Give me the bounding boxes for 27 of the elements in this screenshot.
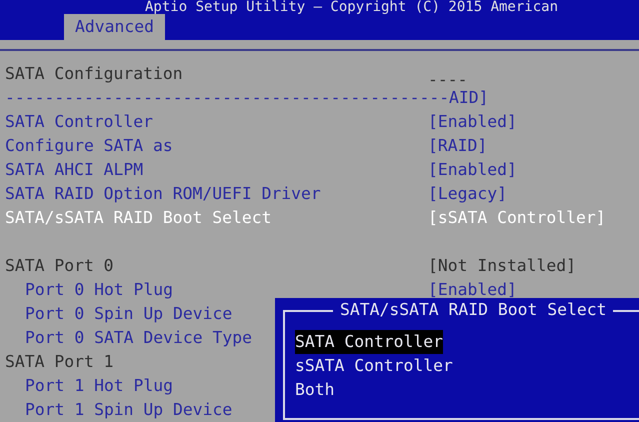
- setting-label[interactable]: SATA/sSATA RAID Boot Select: [5, 208, 272, 227]
- setting-label[interactable]: SATA Controller: [5, 112, 154, 131]
- section-label: SATA Port 0: [5, 256, 114, 275]
- setting-label[interactable]: Port 1 Spin Up Device: [25, 400, 232, 419]
- setting-value: [sSATA Controller]: [428, 207, 606, 229]
- page-title: SATA Configuration: [5, 64, 183, 83]
- window-title: Aptio Setup Utility – Copyright (C) 2015 American: [145, 0, 560, 14]
- setting-label[interactable]: Port 0 Hot Plug: [25, 280, 174, 299]
- setting-label[interactable]: SATA RAID Option ROM/UEFI Driver: [5, 184, 321, 203]
- setting-value: [RAID]: [428, 135, 488, 157]
- menu-tab[interactable]: Advanced: [64, 14, 165, 40]
- popup-option[interactable]: Both: [295, 378, 334, 402]
- setting-label[interactable]: Port 0 SATA Device Type: [25, 328, 252, 347]
- section-label: SATA Port 1: [5, 352, 114, 371]
- setting-value: [Enabled]: [428, 279, 517, 301]
- help-fragment: ----: [428, 70, 468, 89]
- setting-value: [Enabled]: [428, 159, 517, 181]
- setting-label[interactable]: SATA AHCI ALPM: [5, 160, 144, 179]
- divider-text: ---------------------------------------------AID]: [5, 88, 489, 107]
- setting-value: [Not Installed]: [428, 255, 576, 277]
- setting-label[interactable]: Port 1 Hot Plug: [25, 376, 174, 395]
- setting-label[interactable]: Port 0 Spin Up Device: [25, 304, 232, 323]
- popup-option[interactable]: SATA Controller: [295, 330, 444, 354]
- setting-value: [Legacy]: [428, 183, 507, 205]
- popup-option[interactable]: sSATA Controller: [295, 354, 453, 378]
- setting-label[interactable]: Configure SATA as: [5, 136, 173, 155]
- setting-value: [Enabled]: [428, 111, 517, 133]
